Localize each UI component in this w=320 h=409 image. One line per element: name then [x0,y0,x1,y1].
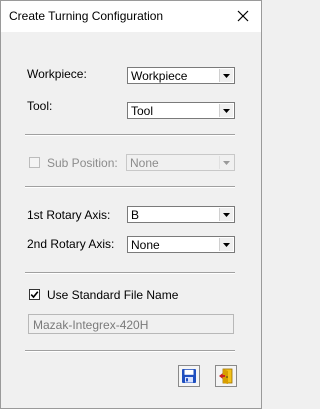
separator [25,186,235,188]
save-button[interactable] [178,365,200,387]
workpiece-value: Workpiece [131,69,188,83]
sub-position-checkbox[interactable] [29,157,40,168]
dropdown-arrow-icon[interactable] [219,69,233,82]
rotary-axis-2-value: None [131,238,160,252]
exit-door-icon [219,368,233,384]
tool-value: Tool [131,104,154,118]
tool-label: Tool: [27,99,53,113]
rotary-axis-1-combo[interactable]: B [127,206,235,223]
title-bar: Create Turning Configuration [1,1,261,32]
dropdown-arrow-icon[interactable] [219,156,233,169]
window-title: Create Turning Configuration [9,9,164,23]
separator [25,350,235,352]
separator [25,134,235,136]
exit-button[interactable] [215,365,237,387]
workpiece-label: Workpiece: [27,67,87,81]
workpiece-combo[interactable]: Workpiece [127,67,235,84]
file-name-value: Mazak-Integrex-420H [33,318,149,332]
use-standard-file-name-label: Use Standard File Name [47,288,179,302]
rotary-axis-2-label: 2nd Rotary Axis: [27,237,115,251]
file-name-field[interactable]: Mazak-Integrex-420H [28,314,234,334]
floppy-disk-icon [182,369,196,383]
sub-position-label: Sub Position: [47,156,118,170]
dropdown-arrow-icon[interactable] [219,208,233,221]
dialog-window: Create Turning Configuration Workpiece: … [0,0,262,409]
rotary-axis-2-combo[interactable]: None [127,236,235,253]
sub-position-value: None [130,156,159,170]
use-standard-file-name-checkbox[interactable] [29,289,40,300]
rotary-axis-1-value: B [131,208,140,222]
close-button[interactable] [229,3,257,29]
rotary-axis-1-label: 1st Rotary Axis: [27,208,111,222]
separator [25,272,235,274]
close-icon [237,10,249,22]
dropdown-arrow-icon[interactable] [219,238,233,251]
dropdown-arrow-icon[interactable] [219,104,233,117]
checkmark-icon [30,291,39,299]
tool-combo[interactable]: Tool [127,102,235,119]
sub-position-combo[interactable]: None [126,154,235,171]
